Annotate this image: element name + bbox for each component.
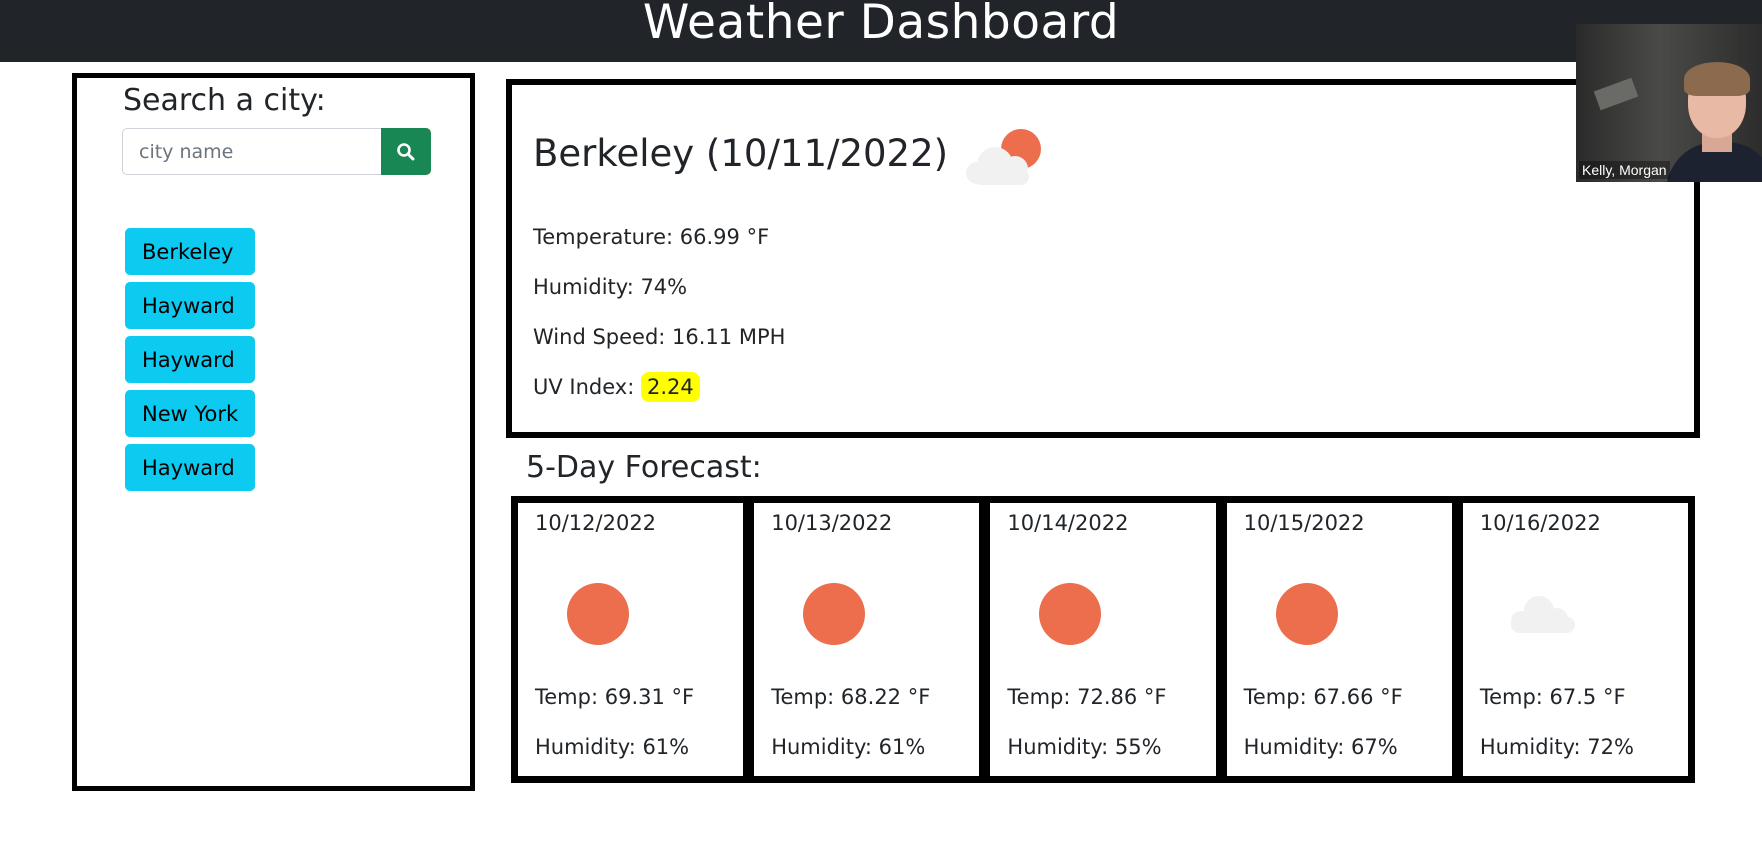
forecast-card: 10/16/2022 Temp: 67.5 °F Humidity: 72% [1462,503,1689,776]
forecast-temp: Temp: 72.86 °F [1007,685,1167,709]
forecast-card: 10/15/2022 Temp: 67.66 °F Humidity: 67% [1226,503,1452,776]
history-city-button[interactable]: Hayward [125,336,256,383]
uv-index-badge: 2.24 [640,372,700,402]
app-header: Weather Dashboard [0,0,1762,62]
forecast-date: 10/16/2022 [1479,511,1601,535]
sun-icon [567,583,629,645]
history-city-button[interactable]: Hayward [125,444,256,491]
forecast-title: 5-Day Forecast: [526,450,762,485]
current-weather-card: Berkeley (10/11/2022) Temperature: 66.99… [506,79,1700,438]
forecast-temp: Temp: 67.66 °F [1243,685,1403,709]
search-label: Search a city: [123,83,326,118]
forecast-date: 10/14/2022 [1007,511,1129,535]
current-temperature: Temperature: 66.99 °F [533,225,770,249]
cloud-icon [1510,596,1575,633]
forecast-humidity: Humidity: 55% [1007,735,1162,759]
search-sidebar: Search a city: Berkeley Hayward Hayward … [72,73,475,791]
forecast-card: 10/14/2022 Temp: 72.86 °F Humidity: 55% [990,503,1216,776]
history-city-button[interactable]: Hayward [125,282,256,329]
forecast-row: 10/12/2022 Temp: 69.31 °F Humidity: 61% … [511,496,1695,783]
current-city-title: Berkeley (10/11/2022) [533,132,949,175]
sun-icon [1275,583,1338,645]
history-city-button[interactable]: New York [125,390,256,437]
forecast-humidity: Humidity: 61% [771,735,926,759]
participant-hair [1684,62,1750,96]
page-title: Weather Dashboard [642,0,1120,50]
current-humidity: Humidity: 74% [533,275,688,299]
forecast-date: 10/12/2022 [535,511,657,535]
sun-icon [1039,583,1102,645]
history-city-button[interactable]: Berkeley [125,228,256,275]
forecast-date: 10/13/2022 [771,511,893,535]
search-form [122,128,431,175]
forecast-card: 10/13/2022 Temp: 68.22 °F Humidity: 61% [754,503,980,776]
forecast-humidity: Humidity: 67% [1243,735,1398,759]
search-button[interactable] [381,128,431,175]
forecast-temp: Temp: 69.31 °F [535,685,695,709]
forecast-card: 10/12/2022 Temp: 69.31 °F Humidity: 61% [518,503,744,776]
sun-icon [803,583,866,645]
forecast-humidity: Humidity: 61% [535,735,690,759]
current-wind-speed: Wind Speed: 16.11 MPH [533,325,786,349]
search-history: Berkeley Hayward Hayward New York Haywar… [125,228,256,491]
forecast-temp: Temp: 67.5 °F [1479,685,1626,709]
forecast-humidity: Humidity: 72% [1479,735,1634,759]
participant-name: Kelly, Morgan [1579,161,1670,179]
partly-cloudy-icon [966,129,1041,185]
forecast-temp: Temp: 68.22 °F [771,685,931,709]
search-icon [397,142,415,160]
uv-index-label: UV Index: [533,375,641,399]
current-uv-index: UV Index: 2.24 [533,372,700,402]
search-input[interactable] [122,128,381,175]
forecast-date: 10/15/2022 [1243,511,1365,535]
video-call-thumbnail[interactable]: Kelly, Morgan [1576,24,1762,182]
